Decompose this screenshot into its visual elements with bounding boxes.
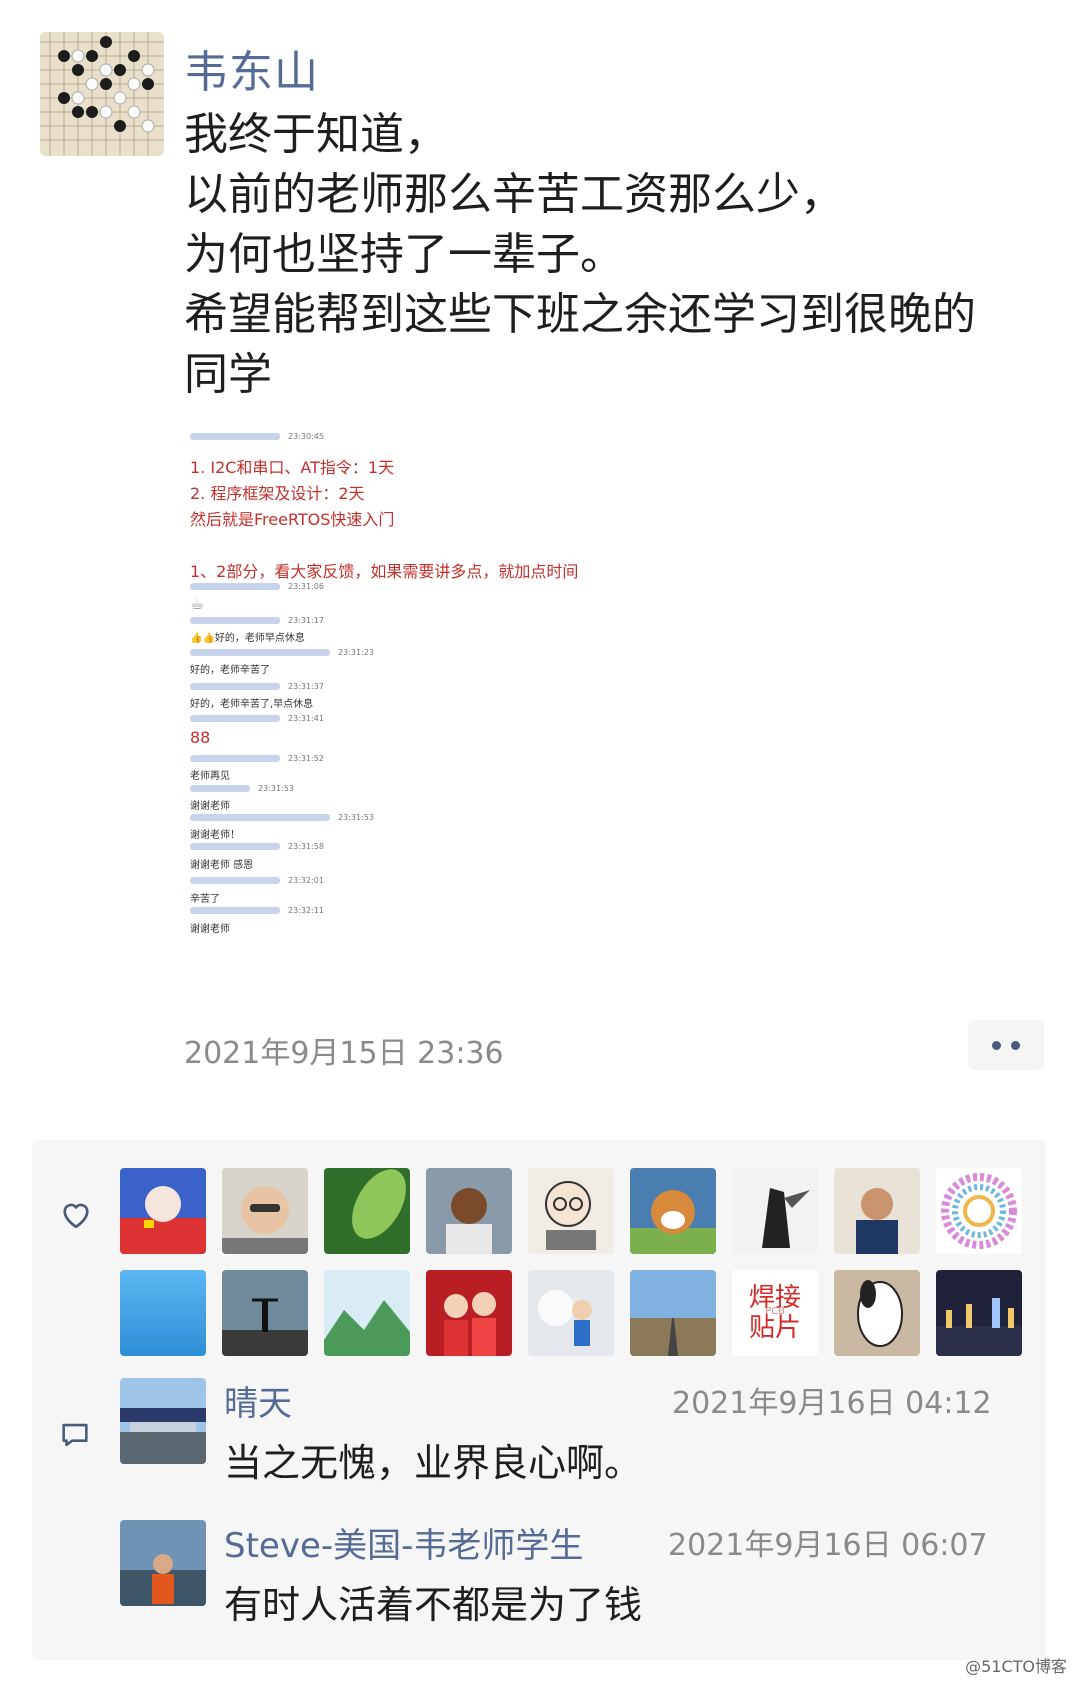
author-name[interactable]: 韦东山 [184, 36, 319, 100]
comment-avatar[interactable] [120, 1520, 206, 1606]
chat-time: 23:31:37 [288, 682, 324, 691]
post-line: 以前的老师那么辛苦工资那么少， [184, 169, 844, 220]
like-avatar[interactable] [222, 1168, 308, 1254]
dot-icon [1011, 1040, 1020, 1050]
chat-message: 谢谢老师 感恩 [190, 860, 254, 871]
like-avatar[interactable] [426, 1168, 512, 1254]
author-avatar[interactable] [40, 32, 164, 156]
like-avatar[interactable] [732, 1168, 818, 1254]
like-avatar[interactable] [426, 1270, 512, 1356]
tile-subtext: PCB [765, 1306, 785, 1317]
post-image[interactable]: 23:30:45 1. I2C和串口、AT指令：1天 2. 程序框架及设计：2天… [186, 432, 616, 984]
chat-time: 23:31:41 [288, 714, 324, 723]
like-avatar[interactable] [630, 1168, 716, 1254]
chat-message: 好的，老师早点休息 [214, 633, 305, 644]
more-actions-button[interactable] [968, 1020, 1044, 1070]
chat-message: 88 [190, 728, 211, 747]
like-avatar[interactable] [528, 1270, 614, 1356]
post-line: 为何也坚持了一辈子。 [184, 229, 624, 280]
like-avatar[interactable] [936, 1168, 1022, 1254]
post-line: 同学 [184, 349, 272, 400]
comment-text: 当之无愧，业界良心啊。 [224, 1441, 643, 1485]
lesson-line: 1、2部分，看大家反馈，如果需要讲多点，就加点时间 [190, 562, 579, 581]
like-avatar[interactable] [324, 1168, 410, 1254]
like-avatar[interactable] [120, 1168, 206, 1254]
chat-time: 23:31:52 [288, 754, 324, 763]
lesson-line: 然后就是FreeRTOS快速入门 [190, 510, 395, 529]
like-avatar[interactable] [528, 1168, 614, 1254]
chat-message: 辛苦了 [190, 894, 220, 905]
thumbs-up-icon: 👍👍 [190, 633, 215, 644]
post-timestamp: 2021年9月15日 23:36 [184, 1036, 504, 1071]
chat-message: 好的，老师辛苦了,早点休息 [190, 699, 314, 710]
like-avatar[interactable] [222, 1270, 308, 1356]
coffee-icon: ☕ [190, 594, 205, 613]
comment-time: 2021年9月16日 04:12 [672, 1386, 992, 1421]
like-avatar[interactable]: 焊接贴片 PCB [732, 1270, 818, 1356]
chat-time: 23:32:01 [288, 876, 324, 885]
lesson-line: 1. I2C和串口、AT指令：1天 [190, 458, 395, 477]
post-text: 我终于知道， 以前的老师那么辛苦工资那么少， 为何也坚持了一辈子。 希望能帮到这… [184, 105, 1044, 405]
commenter-name[interactable]: 晴天 [224, 1376, 292, 1425]
chat-time: 23:31:23 [338, 648, 374, 657]
like-avatar[interactable] [120, 1270, 206, 1356]
like-avatar[interactable] [834, 1168, 920, 1254]
chat-message: 老师再见 [190, 771, 230, 782]
commenter-name[interactable]: Steve-美国-韦老师学生 [224, 1518, 583, 1567]
chat-time: 23:31:06 [288, 582, 324, 591]
chat-message: 谢谢老师 [190, 924, 230, 935]
like-avatar[interactable] [630, 1270, 716, 1356]
chat-time: 23:31:17 [288, 616, 324, 625]
chat-time: 23:31:58 [288, 842, 324, 851]
comment-time: 2021年9月16日 06:07 [668, 1528, 988, 1563]
like-avatar[interactable] [936, 1270, 1022, 1356]
like-avatar[interactable] [324, 1270, 410, 1356]
comment-avatar[interactable] [120, 1378, 206, 1464]
lesson-line: 2. 程序框架及设计：2天 [190, 484, 365, 503]
likes-list: 焊接贴片 PCB [120, 1168, 1030, 1356]
watermark: @51CTO博客 [965, 1657, 1067, 1676]
chat-message: 好的，老师辛苦了 [190, 665, 270, 676]
comment-text: 有时人活着不都是为了钱 [224, 1583, 643, 1627]
post-line: 希望能帮到这些下班之余还学习到很晚的 [184, 289, 976, 340]
chat-message: 谢谢老师！ [190, 830, 240, 841]
comment-icon [58, 1418, 92, 1452]
chat-time: 23:31:53 [338, 813, 374, 822]
chat-time: 23:32:11 [288, 906, 324, 915]
post-line: 我终于知道， [184, 109, 448, 160]
heart-icon [58, 1196, 94, 1232]
dot-icon [992, 1040, 1001, 1050]
chat-time: 23:30:45 [288, 432, 324, 441]
like-avatar[interactable] [834, 1270, 920, 1356]
chat-time: 23:31:53 [258, 784, 294, 793]
chat-message: 谢谢老师 [190, 801, 230, 812]
